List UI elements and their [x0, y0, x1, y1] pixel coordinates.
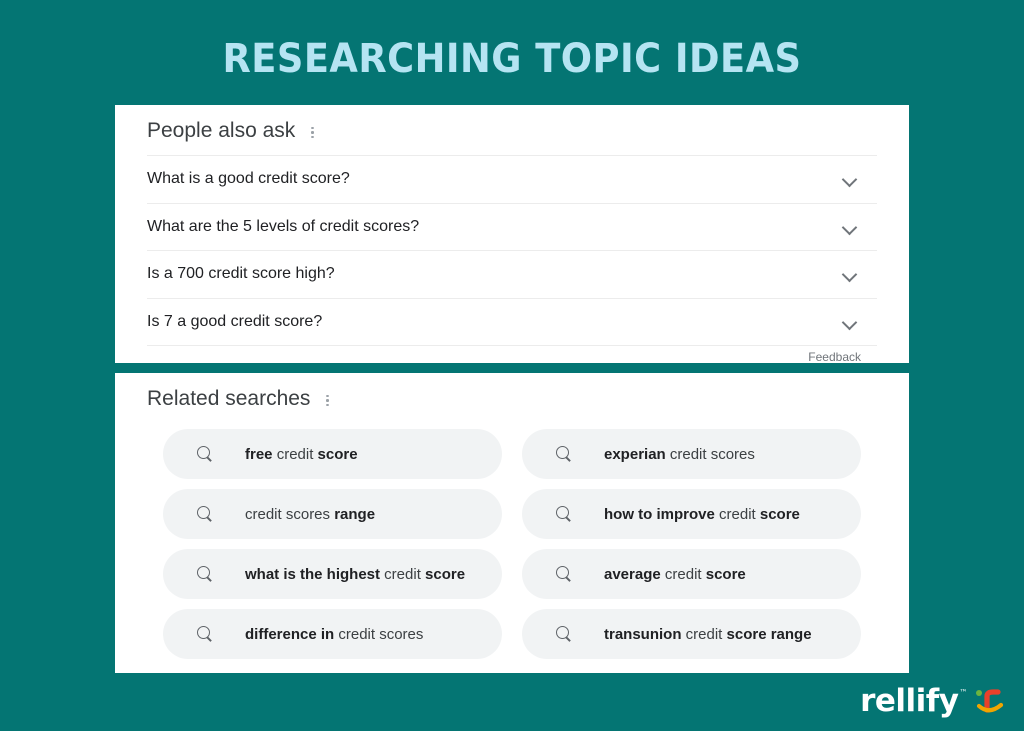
- related-search-chip[interactable]: average credit score: [522, 549, 861, 599]
- paa-question-text: What is a good credit score?: [147, 170, 350, 188]
- paa-question-text: Is a 700 credit score high?: [147, 265, 335, 283]
- chevron-down-icon[interactable]: [841, 218, 859, 236]
- related-search-chip[interactable]: experian credit scores: [522, 429, 861, 479]
- related-search-chip[interactable]: free credit score: [163, 429, 502, 479]
- search-icon: [197, 566, 213, 582]
- people-also-ask-title: People also ask: [147, 119, 296, 142]
- kebab-menu-icon[interactable]: [326, 392, 330, 407]
- chevron-down-icon[interactable]: [841, 170, 859, 188]
- rellify-wordmark: rellify™: [860, 683, 968, 719]
- related-search-chip-label: average credit score: [604, 565, 746, 583]
- related-search-chip-label: how to improve credit score: [604, 505, 800, 523]
- related-search-chip-label: credit scores range: [245, 505, 376, 523]
- search-icon: [556, 506, 572, 522]
- paa-question-text: Is 7 a good credit score?: [147, 312, 323, 330]
- feedback-link[interactable]: Feedback: [808, 350, 877, 364]
- related-search-chip-label: experian credit scores: [604, 445, 755, 463]
- related-searches-grid: free credit score experian credit scores c…: [147, 423, 877, 659]
- related-search-chip[interactable]: what is the highest credit score: [163, 549, 502, 599]
- page-title: RESEARCHING TOPIC IDEAS: [222, 36, 802, 82]
- trademark-symbol: ™: [959, 688, 968, 697]
- related-searches-header: Related searches: [147, 373, 877, 423]
- search-icon: [197, 626, 213, 642]
- paa-question-row[interactable]: What is a good credit score?: [147, 156, 877, 204]
- search-icon: [197, 506, 213, 522]
- rellify-logo: rellify™: [860, 684, 1006, 717]
- related-search-chip[interactable]: credit scores range: [163, 489, 502, 539]
- related-searches-panel: Related searches free credit score experi…: [115, 373, 909, 673]
- related-search-chip-label: what is the highest credit score: [245, 565, 466, 583]
- people-also-ask-header: People also ask: [147, 105, 877, 155]
- rellify-wordmark-text: rellify: [860, 683, 959, 719]
- kebab-menu-icon[interactable]: [311, 124, 315, 139]
- chevron-down-icon[interactable]: [841, 265, 859, 283]
- search-icon: [556, 626, 572, 642]
- related-search-chip-label: transunion credit score range: [604, 625, 812, 643]
- feedback-row: Feedback: [147, 346, 877, 364]
- people-also-ask-panel: People also ask What is a good credit sc…: [115, 105, 909, 364]
- paa-question-text: What are the 5 levels of credit scores?: [147, 217, 420, 235]
- search-icon: [556, 566, 572, 582]
- chevron-down-icon[interactable]: [841, 313, 859, 331]
- rellify-logo-icon: [972, 684, 1006, 716]
- related-search-chip-label: free credit score: [245, 445, 358, 463]
- related-search-chip[interactable]: how to improve credit score: [522, 489, 861, 539]
- search-icon: [556, 446, 572, 462]
- people-also-ask-list: What is a good credit score? What are the…: [147, 155, 877, 346]
- related-searches-title: Related searches: [147, 387, 311, 410]
- paa-question-row[interactable]: Is a 700 credit score high?: [147, 251, 877, 299]
- search-icon: [197, 446, 213, 462]
- related-search-chip[interactable]: difference in credit scores: [163, 609, 502, 659]
- paa-question-row[interactable]: What are the 5 levels of credit scores?: [147, 204, 877, 251]
- paa-question-row[interactable]: Is 7 a good credit score?: [147, 299, 877, 346]
- related-search-chip[interactable]: transunion credit score range: [522, 609, 861, 659]
- related-search-chip-label: difference in credit scores: [245, 625, 424, 643]
